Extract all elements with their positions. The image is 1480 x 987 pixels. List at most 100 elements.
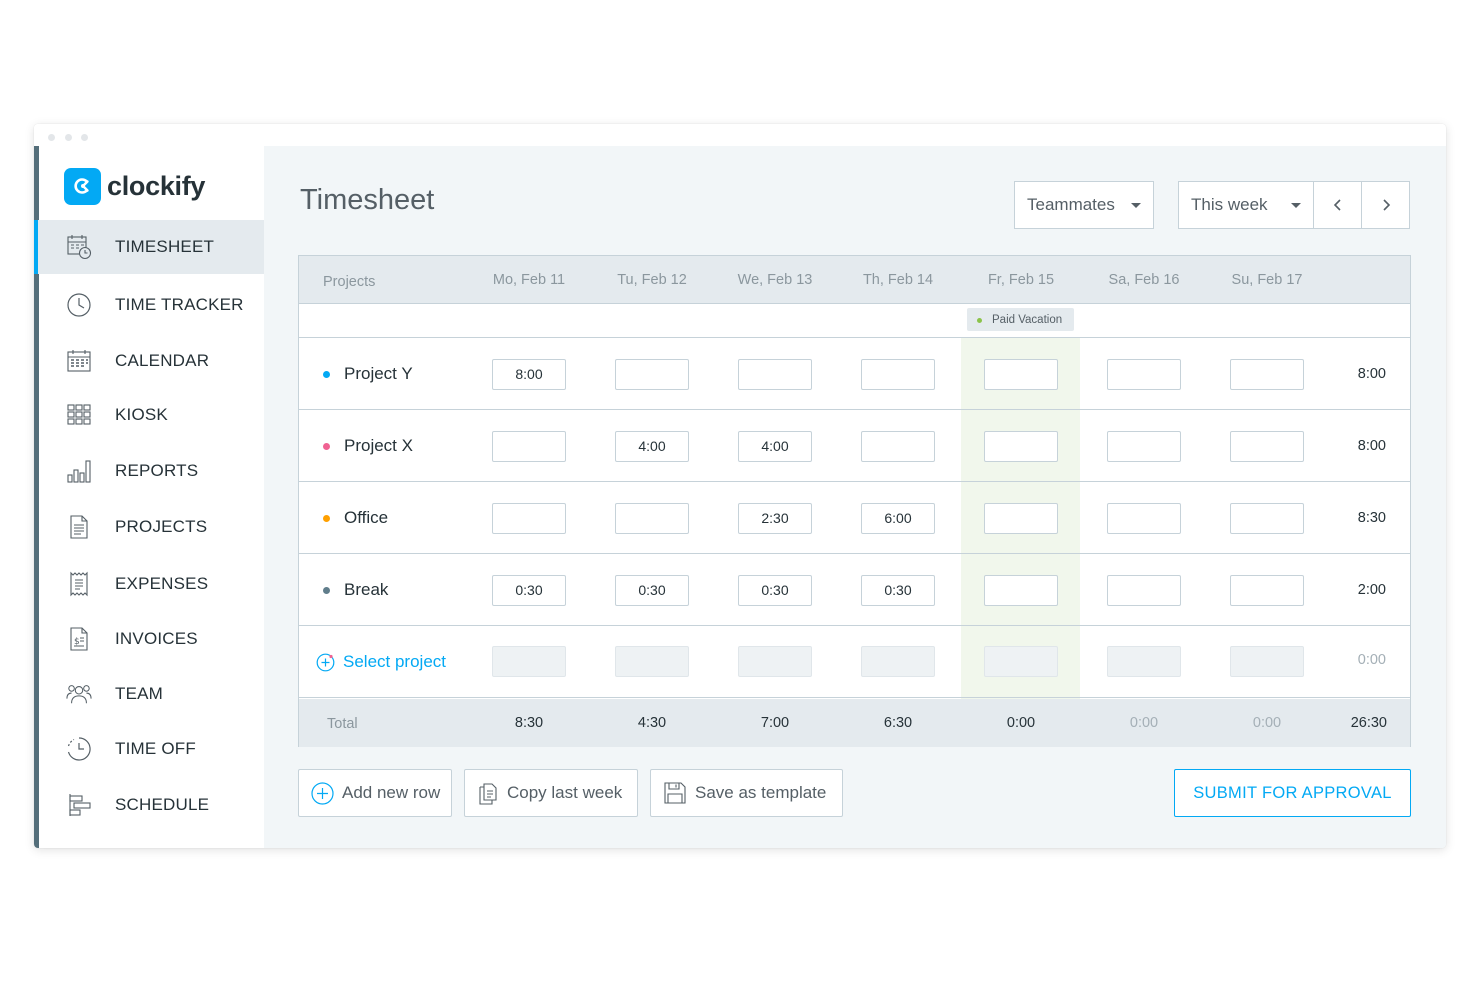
disabled-time-input	[861, 646, 935, 677]
time-entry-input[interactable]	[984, 431, 1058, 462]
projects-column-header: Projects	[323, 274, 376, 290]
sidebar-item-time-off[interactable]: TIME OFF	[39, 722, 264, 776]
app-window: clockify TIMESHEET TIME TRACKER CALENDAR KI…	[34, 124, 1446, 848]
time-entry-input[interactable]	[984, 503, 1058, 534]
sidebar-item-label: EXPENSES	[115, 574, 209, 593]
time-entry-input[interactable]	[984, 359, 1058, 390]
day-total: 0:00	[1006, 715, 1036, 731]
day-total: 6:30	[883, 715, 913, 731]
time-entry-input[interactable]	[984, 575, 1058, 606]
time-entry-input[interactable]	[1230, 359, 1304, 390]
timesheet-icon	[66, 234, 92, 260]
sidebar-item-label: REPORTS	[115, 461, 199, 480]
project-name[interactable]: Break	[344, 580, 388, 600]
copy-last-week-label: Copy last week	[507, 783, 623, 802]
select-project-button[interactable]: Select project	[316, 652, 446, 672]
teammates-dropdown[interactable]: Teammates	[1014, 181, 1154, 229]
time-entry-input[interactable]	[738, 359, 812, 390]
row-total: 0:00	[1357, 652, 1386, 668]
sidebar-item-timesheet[interactable]: TIMESHEET	[34, 220, 264, 274]
time-entry-input[interactable]: 0:30	[492, 575, 566, 606]
disabled-time-input	[1230, 646, 1304, 677]
day-total: 8:30	[514, 715, 544, 731]
paid-vacation-badge: Paid Vacation	[967, 308, 1074, 331]
kiosk-grid-icon	[66, 402, 92, 428]
clockify-logo-icon	[64, 167, 101, 205]
submit-for-approval-button[interactable]: SUBMIT FOR APPROVAL	[1174, 769, 1411, 817]
sidebar-item-time-tracker[interactable]: TIME TRACKER	[39, 278, 264, 332]
logo-text: clockify	[107, 170, 206, 201]
caret-down-icon	[1131, 203, 1141, 208]
logo[interactable]: clockify	[64, 167, 205, 205]
status-dot	[977, 318, 982, 323]
window-titlebar	[34, 124, 1446, 146]
add-circle-icon	[316, 653, 335, 671]
page-title: Timesheet	[300, 184, 435, 216]
sidebar-item-label: TIMESHEET	[115, 237, 215, 256]
time-entry-input[interactable]	[1230, 503, 1304, 534]
sidebar-item-calendar[interactable]: CALENDAR	[39, 334, 264, 388]
time-entry-input[interactable]	[1107, 575, 1181, 606]
invoice-icon: $	[66, 626, 92, 652]
add-new-row-button[interactable]: Add new row	[298, 769, 452, 817]
date-range-dropdown[interactable]: This week	[1178, 181, 1314, 229]
time-entry-input[interactable]	[1107, 503, 1181, 534]
sidebar-item-reports[interactable]: REPORTS	[39, 444, 264, 498]
next-week-button[interactable]	[1361, 181, 1410, 229]
caret-down-icon	[1291, 203, 1301, 208]
time-entry-input[interactable]: 0:30	[615, 575, 689, 606]
sidebar-item-team[interactable]: TEAM	[39, 667, 264, 721]
project-name[interactable]: Office	[344, 508, 388, 528]
schedule-icon	[66, 792, 92, 818]
project-color-dot	[323, 587, 330, 594]
chevron-left-icon	[1333, 199, 1341, 211]
time-entry-input[interactable]: 6:00	[861, 503, 935, 534]
select-project-label: Select project	[343, 652, 446, 671]
sidebar-item-projects[interactable]: PROJECTS	[39, 500, 264, 554]
copy-icon	[479, 783, 497, 805]
project-name[interactable]: Project Y	[344, 364, 413, 384]
sidebar-item-label: CALENDAR	[115, 351, 210, 370]
time-entry-input[interactable]: 4:00	[615, 431, 689, 462]
time-entry-input[interactable]	[615, 503, 689, 534]
project-name[interactable]: Project X	[344, 436, 413, 456]
timesheet-table: Projects Mo, Feb 11 Tu, Feb 12 We, Feb 13 T…	[298, 255, 1411, 747]
row-total: 2:00	[1357, 582, 1386, 598]
sidebar-item-label: TEAM	[115, 684, 164, 703]
time-entry-input[interactable]: 0:30	[738, 575, 812, 606]
day-total: 0:00	[1252, 715, 1282, 731]
sidebar: clockify TIMESHEET TIME TRACKER CALENDAR KI…	[34, 146, 264, 848]
table-header: Projects Mo, Feb 11 Tu, Feb 12 We, Feb 13 T…	[299, 256, 1410, 304]
time-entry-input[interactable]	[1107, 359, 1181, 390]
time-entry-input[interactable]	[492, 503, 566, 534]
time-entry-input[interactable]	[861, 431, 935, 462]
time-entry-input[interactable]: 2:30	[738, 503, 812, 534]
main-content: Timesheet Teammates This week Projects M…	[264, 146, 1446, 848]
sidebar-item-schedule[interactable]: SCHEDULE	[39, 778, 264, 832]
table-row: Project Y 8:00 8:00	[299, 338, 1410, 410]
time-entry-input[interactable]	[1230, 575, 1304, 606]
day-column-header: Fr, Feb 15	[987, 272, 1055, 288]
time-entry-input[interactable]: 8:00	[492, 359, 566, 390]
sidebar-item-kiosk[interactable]: KIOSK	[39, 388, 264, 442]
receipt-icon	[66, 571, 92, 597]
table-row: Office 2:30 6:00 8:30	[299, 482, 1410, 554]
previous-week-button[interactable]	[1313, 181, 1362, 229]
time-entry-input[interactable]	[1230, 431, 1304, 462]
time-entry-input[interactable]	[861, 359, 935, 390]
time-entry-input[interactable]	[1107, 431, 1181, 462]
sidebar-item-expenses[interactable]: EXPENSES	[39, 557, 264, 611]
save-as-template-button[interactable]: Save as template	[650, 769, 843, 817]
grand-total: 26:30	[1350, 715, 1387, 731]
time-entry-input[interactable]: 4:00	[738, 431, 812, 462]
sidebar-item-label: INVOICES	[115, 629, 198, 648]
time-entry-input[interactable]	[615, 359, 689, 390]
time-entry-input[interactable]	[492, 431, 566, 462]
project-color-dot	[323, 371, 330, 378]
disabled-time-input	[615, 646, 689, 677]
sidebar-item-invoices[interactable]: $ INVOICES	[39, 612, 264, 666]
day-total: 4:30	[637, 715, 667, 731]
time-entry-input[interactable]: 0:30	[861, 575, 935, 606]
date-range-label: This week	[1191, 195, 1268, 214]
copy-last-week-button[interactable]: Copy last week	[464, 769, 638, 817]
